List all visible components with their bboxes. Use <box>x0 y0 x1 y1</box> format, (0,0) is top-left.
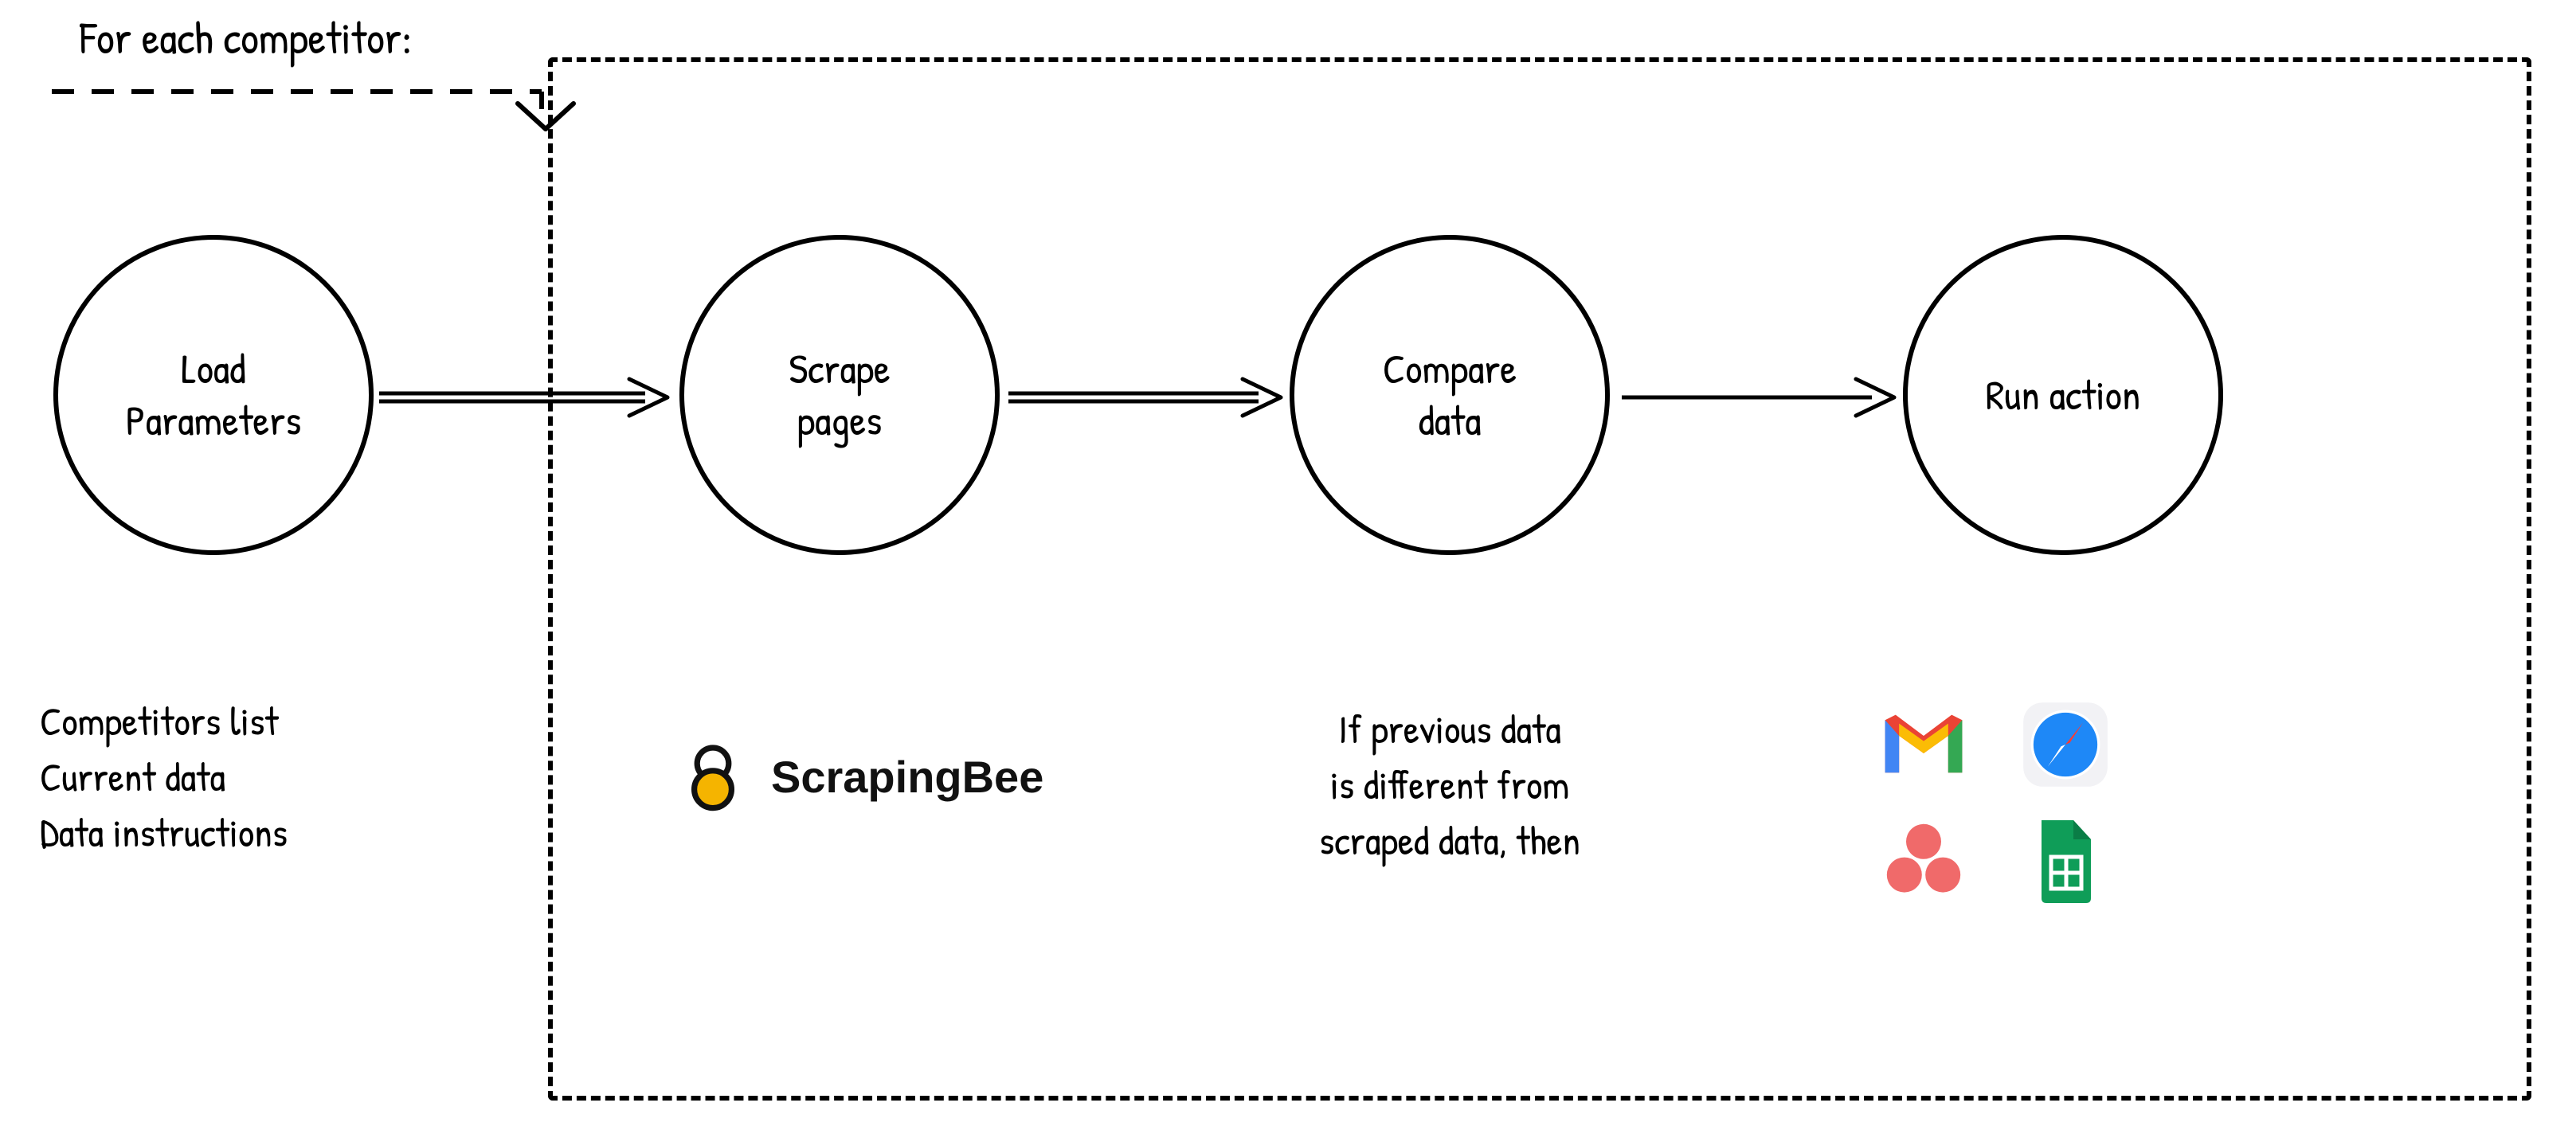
scrapingbee-label: ScrapingBee <box>771 751 1043 803</box>
workflow-diagram: For each competitor: Load Parameters Scr… <box>0 0 2576 1130</box>
loop-label: For each competitor: <box>80 8 412 68</box>
arrow-load-to-scrape <box>374 374 693 422</box>
action-icons-grid <box>1872 701 2117 905</box>
caption-compare-data: If previous data is different from scrap… <box>1243 701 1657 868</box>
node-run-action: Run action <box>1904 236 2222 554</box>
node-scrape-pages-label: Scrape pages <box>680 236 999 554</box>
caption-load-parameters: Competitors list Current data Data instr… <box>40 693 288 860</box>
google-sheets-icon <box>2022 817 2109 905</box>
node-compare-data-label: Compare data <box>1290 236 1609 554</box>
arrow-compare-to-action <box>1617 374 1920 422</box>
arrow-scrape-to-compare <box>1004 374 1306 422</box>
loop-frame <box>548 57 2531 1101</box>
scrapingbee-brand: ScrapingBee <box>677 741 1043 812</box>
scrapingbee-icon <box>677 741 749 812</box>
asana-icon <box>1880 817 1967 905</box>
node-load-parameters: Load Parameters <box>54 236 373 554</box>
loop-arrow <box>48 80 589 151</box>
gmail-icon <box>1880 701 1967 788</box>
node-run-action-label: Run action <box>1904 236 2222 554</box>
node-load-parameters-label: Load Parameters <box>54 236 373 554</box>
safari-icon <box>2022 701 2109 788</box>
node-compare-data: Compare data <box>1290 236 1609 554</box>
node-scrape-pages: Scrape pages <box>680 236 999 554</box>
